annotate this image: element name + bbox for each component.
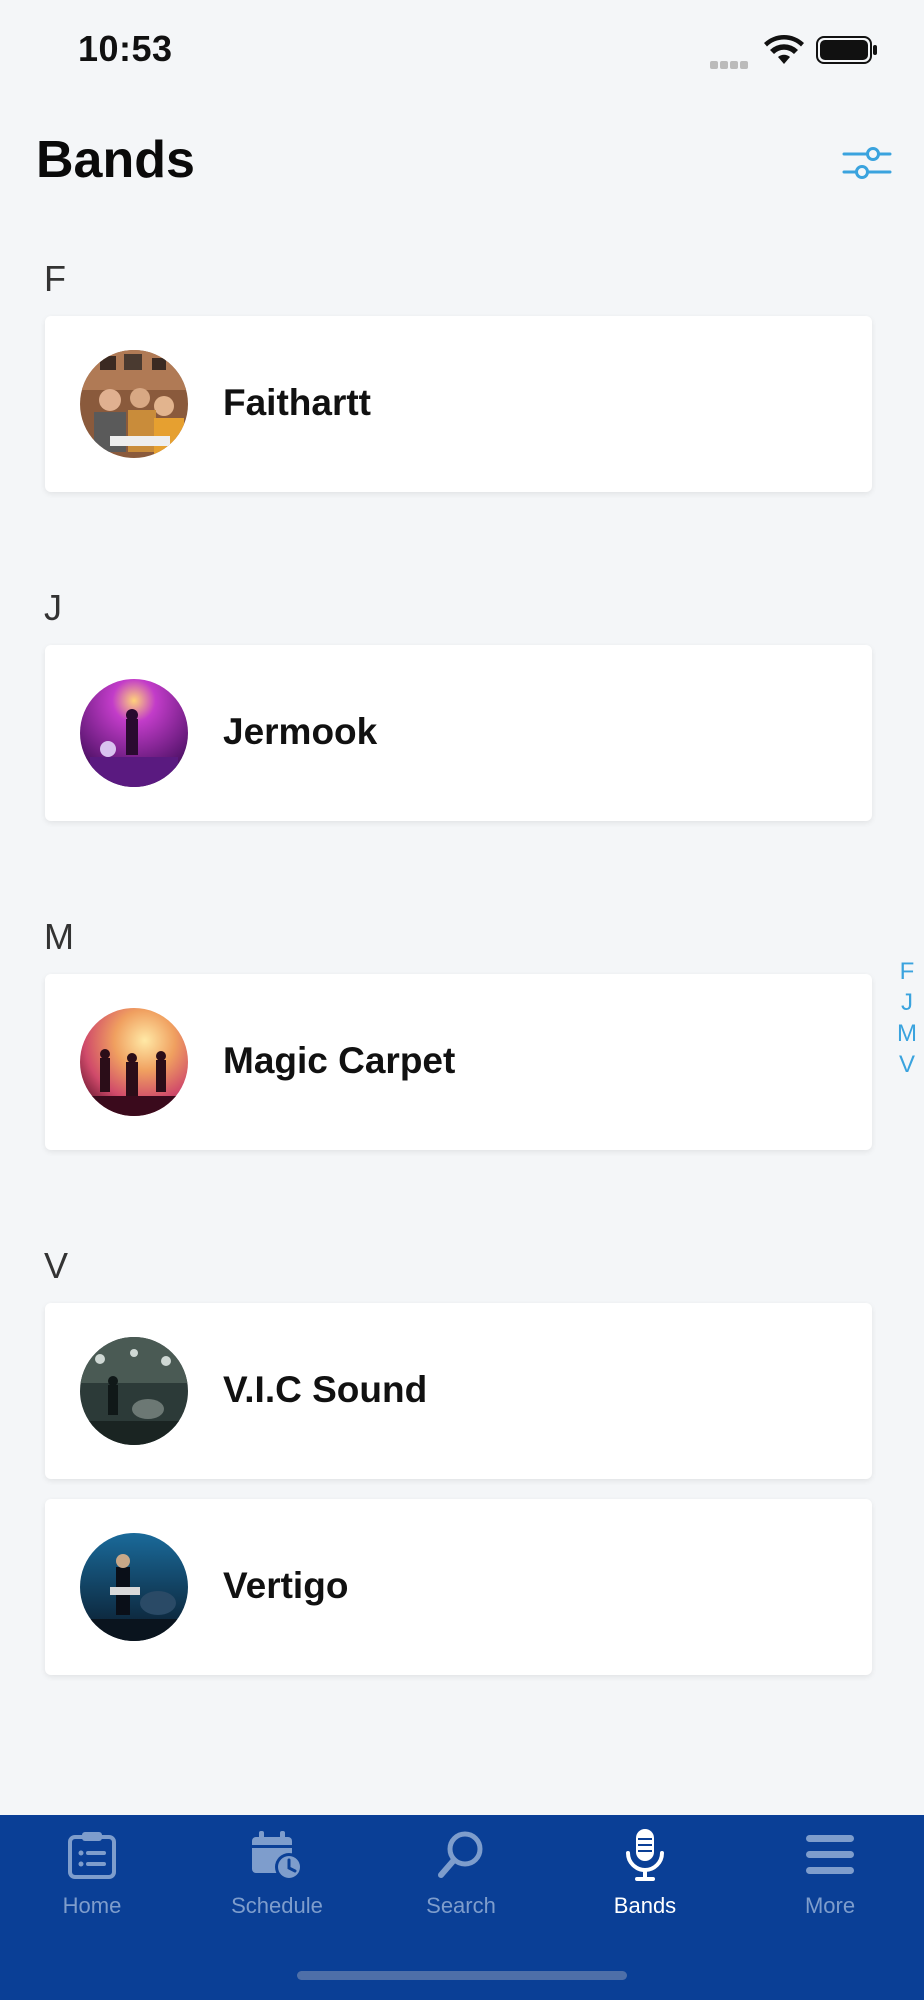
band-avatar: [80, 350, 188, 458]
tab-label: Bands: [613, 1893, 677, 1918]
tab-home[interactable]: Home: [12, 1827, 172, 1937]
band-card-vertigo[interactable]: Vertigo: [45, 1499, 872, 1675]
page-title: Bands: [36, 131, 195, 189]
signal-icon: [710, 56, 754, 69]
band-name: Vertigo: [223, 1565, 349, 1606]
section-header-f: F: [44, 258, 66, 299]
band-card-magic-carpet[interactable]: Magic Carpet: [45, 974, 872, 1150]
calendar-clock-icon: [252, 1831, 303, 1881]
tab-label: Schedule: [231, 1893, 323, 1918]
clipboard-list-icon: [68, 1832, 116, 1879]
tab-label: Home: [62, 1893, 122, 1918]
band-avatar: [80, 1533, 188, 1641]
section-header-j: J: [44, 587, 62, 628]
band-card-vic-sound[interactable]: V.I.C Sound: [45, 1303, 872, 1479]
index-letter-m[interactable]: M: [890, 1018, 924, 1049]
tab-bands[interactable]: Bands: [565, 1827, 725, 1937]
band-avatar: [80, 679, 188, 787]
status-time: 10:53: [78, 28, 173, 69]
tab-label: More: [804, 1893, 856, 1918]
battery-icon: [816, 36, 877, 64]
tab-more[interactable]: More: [750, 1827, 910, 1937]
band-name: V.I.C Sound: [223, 1369, 428, 1410]
band-name: Magic Carpet: [223, 1040, 456, 1081]
section-header-v: V: [44, 1245, 69, 1286]
band-name: Faithartt: [223, 382, 371, 423]
band-card-faithartt[interactable]: Faithartt: [45, 316, 872, 492]
band-avatar: [80, 1337, 188, 1445]
search-icon: [438, 1831, 483, 1878]
band-card-jermook[interactable]: Jermook: [45, 645, 872, 821]
alphabet-index: F J M V: [890, 956, 924, 1080]
section-header-m: M: [44, 916, 74, 957]
filter-sliders-icon[interactable]: [842, 140, 892, 186]
home-indicator: [297, 1971, 627, 1980]
tab-search[interactable]: Search: [381, 1827, 541, 1937]
index-letter-f[interactable]: F: [890, 956, 924, 987]
wifi-icon: [764, 35, 804, 64]
status-bar: 10:53: [0, 0, 924, 100]
index-letter-v[interactable]: V: [890, 1049, 924, 1080]
menu-icon: [806, 1835, 854, 1874]
microphone-icon: [626, 1829, 664, 1881]
band-avatar: [80, 1008, 188, 1116]
tab-schedule[interactable]: Schedule: [197, 1827, 357, 1937]
tab-label: Search: [426, 1893, 496, 1918]
index-letter-j[interactable]: J: [890, 987, 924, 1018]
band-name: Jermook: [223, 711, 378, 752]
